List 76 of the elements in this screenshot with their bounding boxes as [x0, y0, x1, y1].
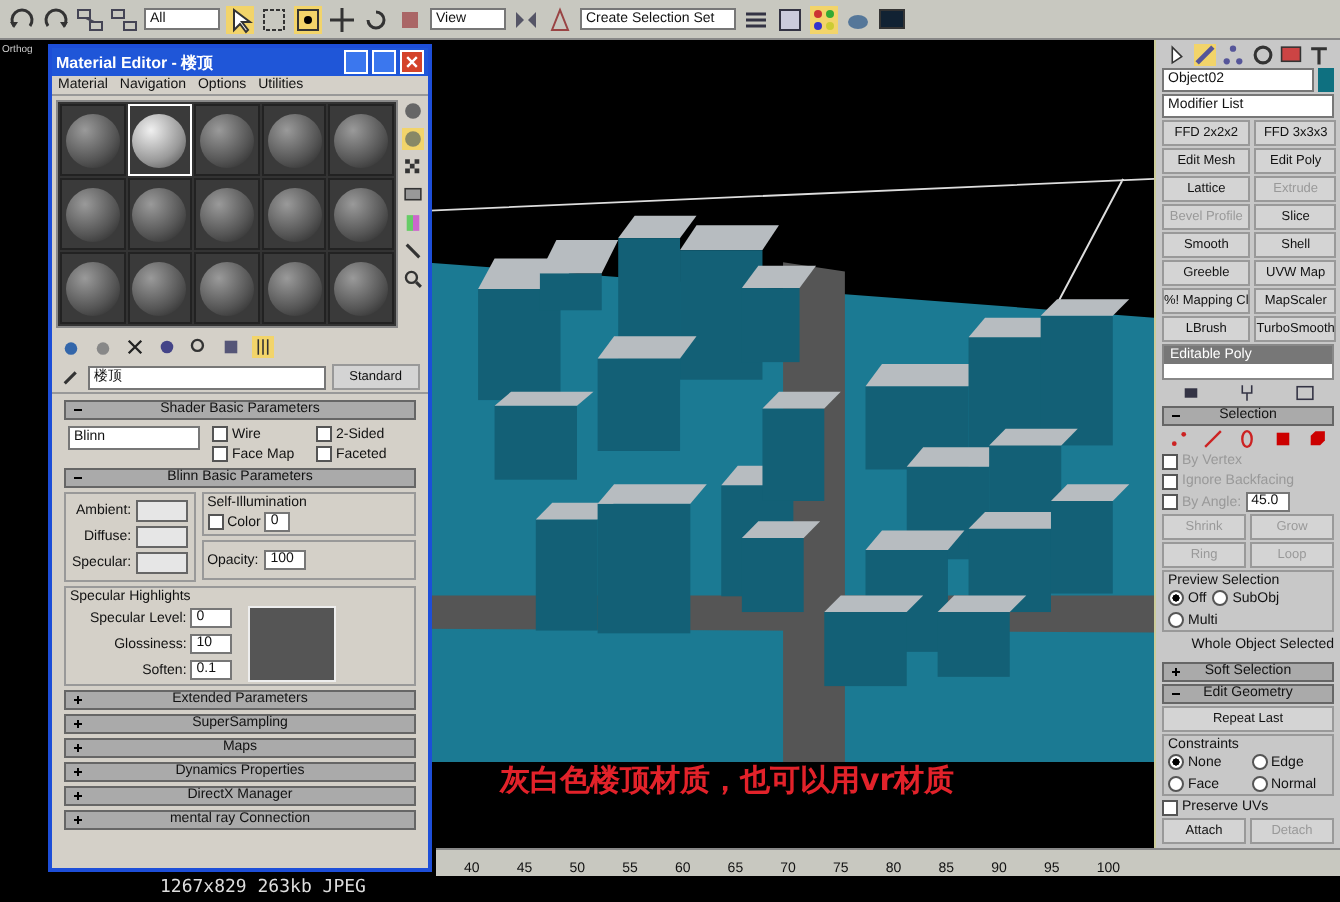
checkbox[interactable]	[316, 426, 332, 442]
sample-sphere	[267, 113, 322, 167]
fork-icon[interactable]	[1236, 382, 1259, 404]
radio-button[interactable]	[1212, 590, 1229, 606]
minimize-button[interactable]	[344, 50, 368, 74]
polygon-icon[interactable]	[1271, 428, 1294, 450]
radio-button[interactable]	[1168, 776, 1184, 792]
highlight-preview	[248, 606, 337, 682]
move-icon[interactable]	[328, 5, 356, 33]
rotate-icon[interactable]	[362, 5, 390, 33]
redo-icon[interactable]	[42, 5, 70, 33]
checkbox[interactable]	[212, 426, 228, 442]
radio-button[interactable]	[1168, 754, 1184, 770]
radio-button[interactable]	[1168, 590, 1184, 606]
radio-button[interactable]	[1251, 776, 1267, 792]
sphere-icon[interactable]	[402, 100, 424, 122]
checkbox[interactable]	[1162, 799, 1178, 815]
plus-icon	[72, 742, 84, 754]
target-icon[interactable]	[294, 5, 322, 33]
sphere-icon[interactable]	[60, 336, 82, 358]
radio-button[interactable]	[1251, 754, 1267, 770]
circle-icon[interactable]	[1251, 44, 1274, 66]
undo-icon[interactable]	[8, 5, 36, 33]
plus-icon	[72, 766, 84, 778]
checkbox[interactable]	[212, 446, 228, 462]
region-select-icon[interactable]	[260, 5, 288, 33]
sample-sphere	[132, 113, 187, 167]
sample-sphere	[65, 261, 120, 315]
sample-sphere	[65, 187, 120, 241]
bars-icon[interactable]	[252, 336, 274, 358]
monitor-icon[interactable]	[402, 184, 424, 206]
minus-icon	[1170, 410, 1182, 422]
sample-sphere	[267, 187, 322, 241]
vertex-icon[interactable]	[1168, 428, 1191, 450]
border-icon[interactable]	[1236, 428, 1259, 450]
plus-icon	[72, 694, 84, 706]
checkbox[interactable]	[207, 514, 224, 530]
minus-icon	[72, 404, 84, 416]
color-swatch[interactable]	[135, 526, 188, 548]
sphere-icon[interactable]	[156, 336, 178, 358]
cross-icon[interactable]	[124, 336, 146, 358]
sample-sphere	[267, 261, 322, 315]
color-swatch[interactable]	[135, 500, 188, 522]
monitor-icon[interactable]	[878, 5, 907, 33]
window-icon[interactable]	[1294, 382, 1317, 404]
monitor-icon[interactable]	[1279, 44, 1302, 66]
sample-sphere	[132, 261, 187, 315]
plus-icon	[72, 814, 84, 826]
minus-icon	[72, 472, 84, 484]
hierarchy-icon[interactable]	[1222, 44, 1245, 66]
sample-sphere	[199, 187, 254, 241]
radio-button[interactable]	[1168, 612, 1184, 628]
plus-icon	[72, 790, 84, 802]
palette-icon[interactable]	[810, 5, 839, 33]
sample-sphere	[334, 113, 389, 167]
close-button[interactable]	[400, 50, 424, 74]
sample-sphere	[199, 261, 254, 315]
checkbox[interactable]	[316, 446, 332, 462]
sample-sphere	[199, 113, 254, 167]
sample-sphere	[334, 187, 389, 241]
color-swatch[interactable]	[135, 552, 188, 574]
plus-icon	[72, 718, 84, 730]
plus-icon	[1170, 666, 1182, 678]
minus-icon	[1170, 688, 1182, 700]
edge-icon[interactable]	[1202, 428, 1225, 450]
checker-icon[interactable]	[402, 156, 424, 178]
close-icon	[404, 54, 420, 70]
color-bars-icon[interactable]	[402, 212, 424, 234]
sample-sphere	[132, 187, 187, 241]
sample-sphere	[65, 113, 120, 167]
object-color-swatch[interactable]	[1318, 68, 1334, 92]
sample-sphere	[334, 261, 389, 315]
maximize-button[interactable]	[372, 50, 396, 74]
image-info: 1267x829 263kb JPEG	[158, 876, 368, 902]
viewport-caption: 灰白色楼顶材质，也可以用vr材质	[500, 762, 955, 800]
window-title: Material Editor - 楼顶	[56, 51, 216, 73]
